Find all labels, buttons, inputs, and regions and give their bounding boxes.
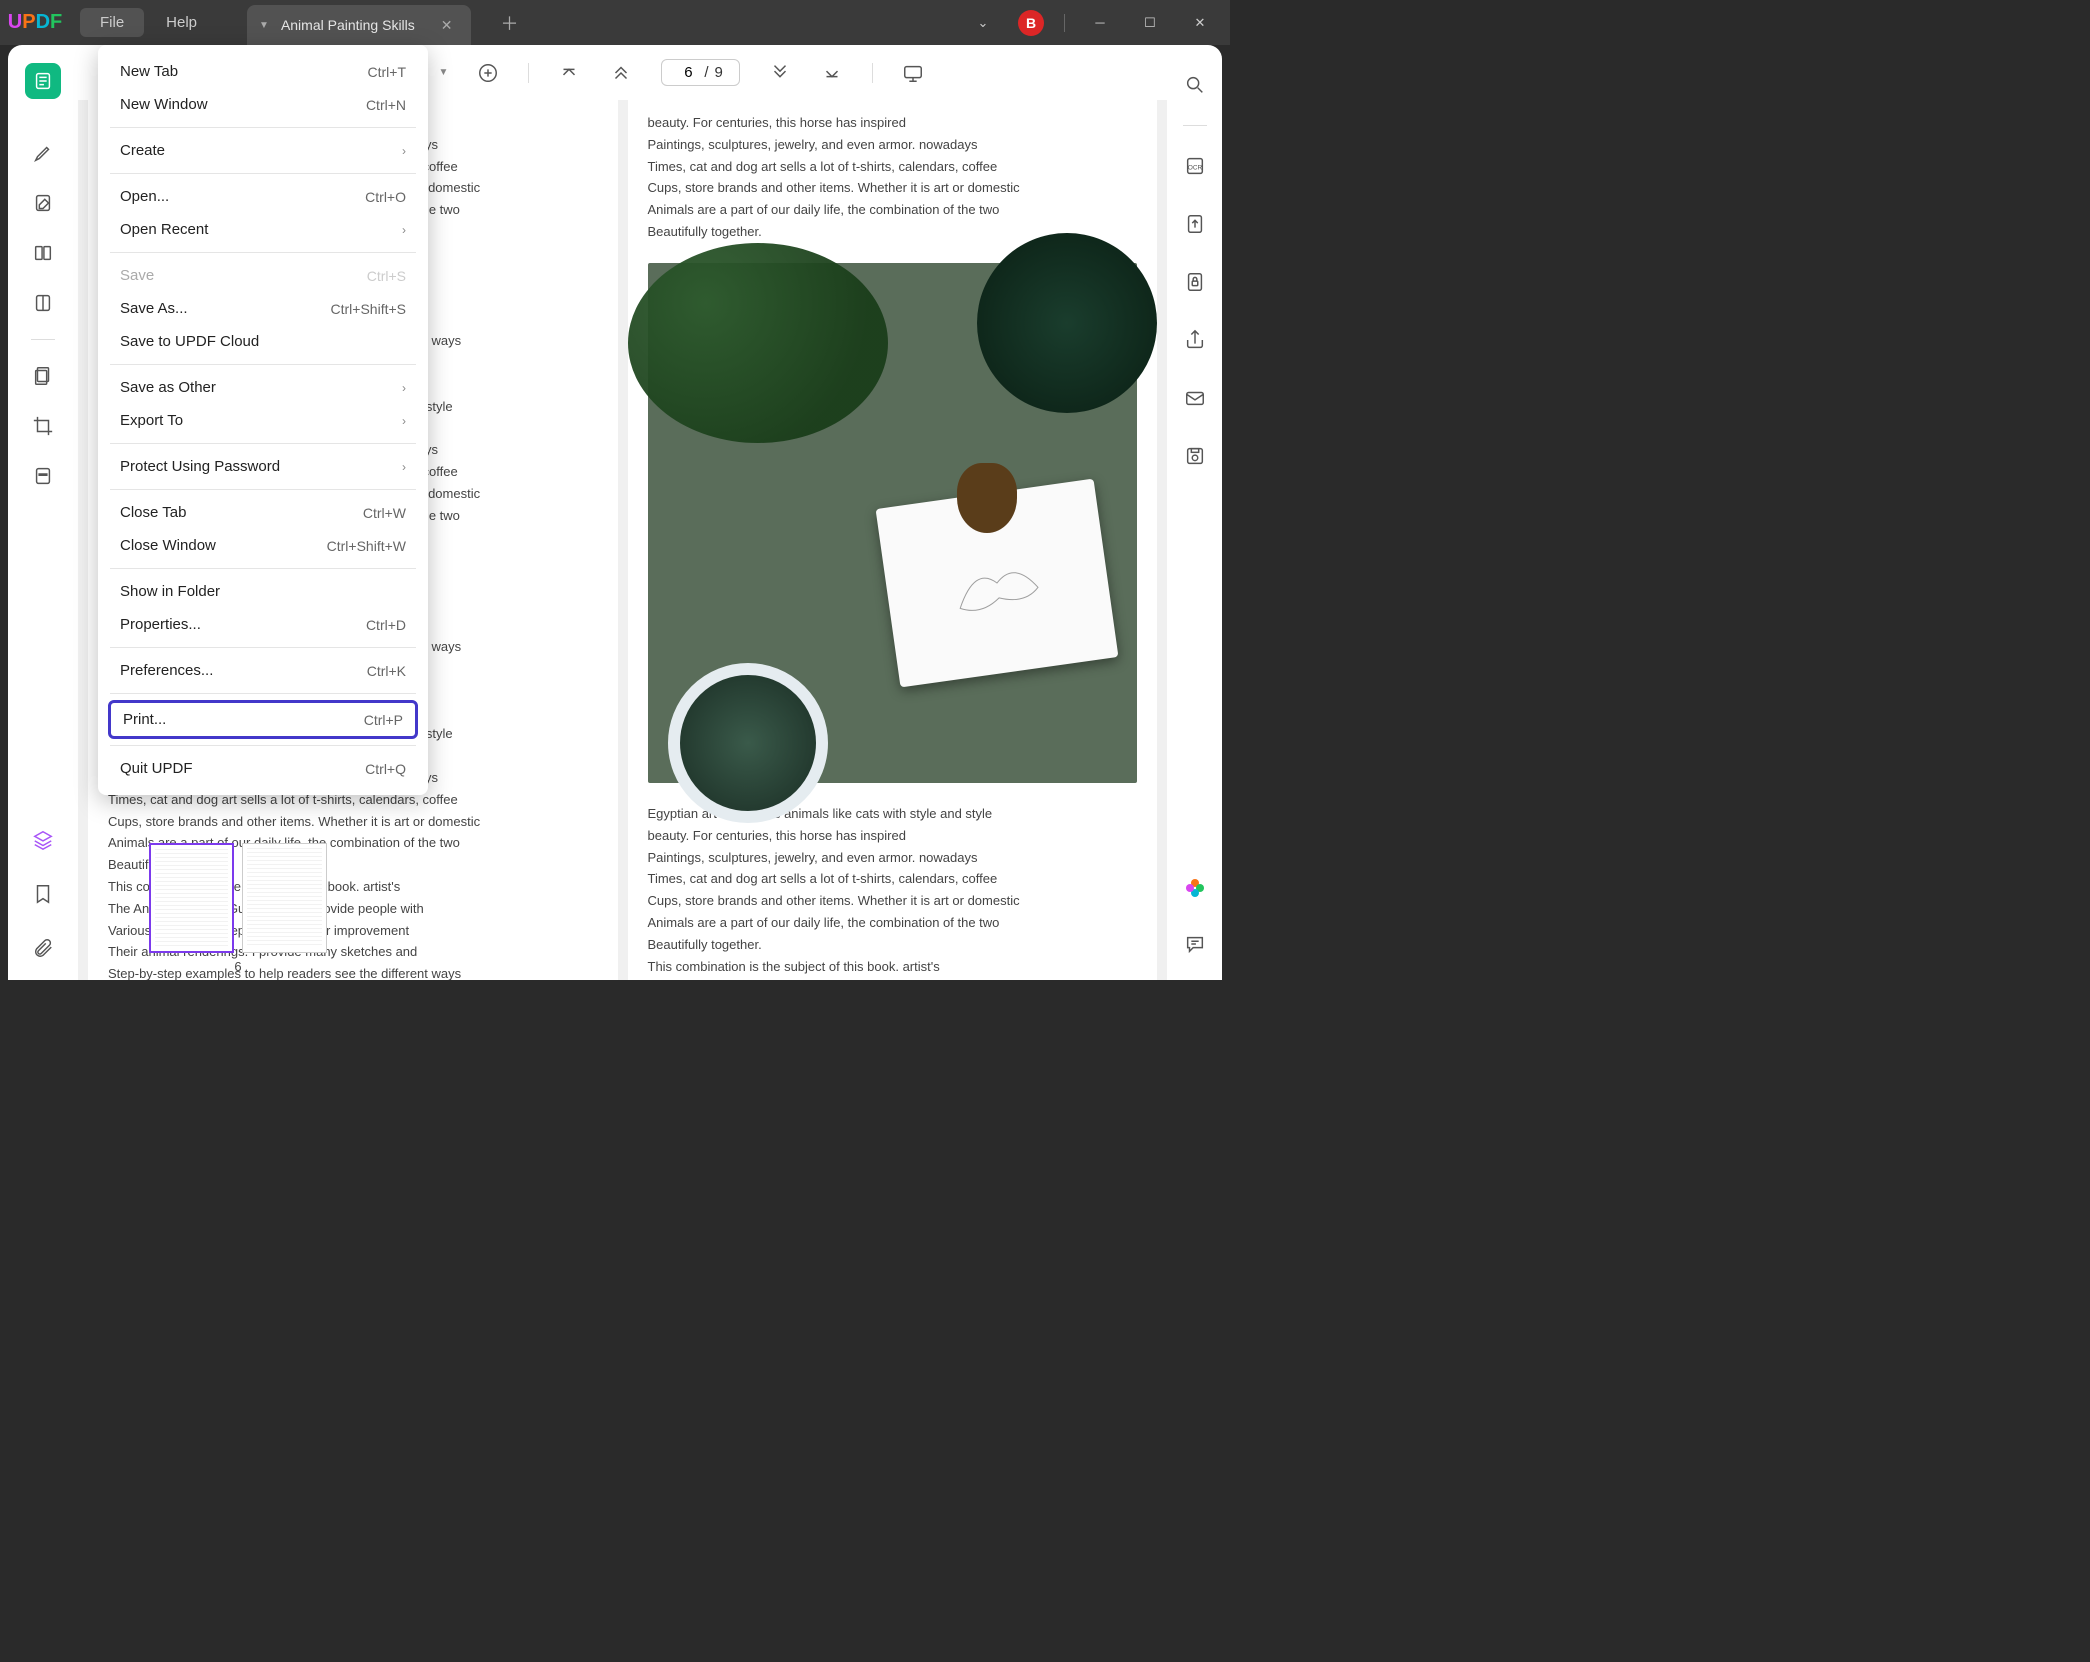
- window-minimize-icon[interactable]: ─: [1085, 8, 1115, 38]
- menu-close-tab[interactable]: Close TabCtrl+W: [98, 496, 428, 529]
- tab-title: Animal Painting Skills: [281, 17, 415, 33]
- tab-arrow-icon: ▼: [259, 20, 269, 31]
- zoom-in-icon[interactable]: [476, 61, 500, 85]
- comment-icon[interactable]: [1177, 926, 1213, 962]
- fill-tool-icon[interactable]: [25, 285, 61, 321]
- save-icon[interactable]: [1177, 438, 1213, 474]
- menu-preferences[interactable]: Preferences...Ctrl+K: [98, 654, 428, 687]
- prev-page-icon[interactable]: [609, 61, 633, 85]
- current-page-input[interactable]: [678, 64, 698, 81]
- crop-tool-icon[interactable]: [25, 408, 61, 444]
- ocr-icon[interactable]: OCR: [1177, 148, 1213, 184]
- menu-export[interactable]: Export To›: [98, 404, 428, 437]
- bookmark-icon[interactable]: [25, 876, 61, 912]
- new-tab-button[interactable]: ＋: [491, 6, 529, 40]
- document-image: [648, 263, 1138, 783]
- tabs-dropdown-icon[interactable]: ⌄: [968, 8, 998, 38]
- tab-close-icon[interactable]: ✕: [435, 15, 459, 36]
- attachment-icon[interactable]: [25, 930, 61, 966]
- document-tab[interactable]: ▼ Animal Painting Skills ✕: [247, 5, 470, 45]
- menu-file[interactable]: File: [80, 8, 144, 37]
- chevron-right-icon: ›: [402, 223, 406, 237]
- thumbnail-page-number: 6: [78, 959, 398, 974]
- share-icon[interactable]: [1177, 322, 1213, 358]
- menu-save: SaveCtrl+S: [98, 259, 428, 292]
- layers-icon[interactable]: [25, 822, 61, 858]
- svg-text:OCR: OCR: [1187, 165, 1202, 172]
- edit-tool-icon[interactable]: [25, 185, 61, 221]
- thumbnail-pair[interactable]: [78, 843, 398, 953]
- menu-show-folder[interactable]: Show in Folder: [98, 575, 428, 608]
- menu-quit[interactable]: Quit UPDFCtrl+Q: [98, 752, 428, 785]
- last-page-icon[interactable]: [820, 61, 844, 85]
- ai-assistant-icon[interactable]: [1177, 870, 1213, 906]
- protect-icon[interactable]: [1177, 264, 1213, 300]
- chevron-right-icon: ›: [402, 381, 406, 395]
- chevron-right-icon: ›: [402, 460, 406, 474]
- chevron-right-icon: ›: [402, 414, 406, 428]
- app-logo: UPDF: [0, 11, 70, 34]
- menu-save-other[interactable]: Save as Other›: [98, 371, 428, 404]
- menu-print[interactable]: Print...Ctrl+P: [108, 700, 418, 739]
- menu-open-recent[interactable]: Open Recent›: [98, 213, 428, 246]
- first-page-icon[interactable]: [557, 61, 581, 85]
- page-right: beauty. For centuries, this horse has in…: [628, 100, 1158, 980]
- menu-new-tab[interactable]: New TabCtrl+T: [98, 55, 428, 88]
- email-icon[interactable]: [1177, 380, 1213, 416]
- total-pages: 9: [715, 64, 723, 81]
- menu-create[interactable]: Create›: [98, 134, 428, 167]
- search-icon[interactable]: [1177, 67, 1213, 103]
- organize-tool-icon[interactable]: [25, 235, 61, 271]
- convert-icon[interactable]: [1177, 206, 1213, 242]
- menu-close-window[interactable]: Close WindowCtrl+Shift+W: [98, 529, 428, 562]
- menu-protect[interactable]: Protect Using Password›: [98, 450, 428, 483]
- menu-help[interactable]: Help: [146, 8, 217, 37]
- window-maximize-icon[interactable]: ☐: [1135, 8, 1165, 38]
- menu-save-cloud[interactable]: Save to UPDF Cloud: [98, 325, 428, 358]
- reader-tool-icon[interactable]: [25, 63, 61, 99]
- page-indicator[interactable]: / 9: [661, 59, 740, 86]
- window-close-icon[interactable]: ✕: [1185, 8, 1215, 38]
- highlight-tool-icon[interactable]: [25, 135, 61, 171]
- menu-save-as[interactable]: Save As...Ctrl+Shift+S: [98, 292, 428, 325]
- menu-open[interactable]: Open...Ctrl+O: [98, 180, 428, 213]
- redact-tool-icon[interactable]: [25, 458, 61, 494]
- user-avatar[interactable]: B: [1018, 10, 1044, 36]
- file-menu-dropdown: New TabCtrl+T New WindowCtrl+N Create› O…: [98, 45, 428, 795]
- menu-new-window[interactable]: New WindowCtrl+N: [98, 88, 428, 121]
- ocr-pages-icon[interactable]: [25, 358, 61, 394]
- chevron-right-icon: ›: [402, 144, 406, 158]
- presentation-icon[interactable]: [901, 61, 925, 85]
- menu-properties[interactable]: Properties...Ctrl+D: [98, 608, 428, 641]
- next-page-icon[interactable]: [768, 61, 792, 85]
- zoom-dropdown-icon[interactable]: ▼: [438, 67, 448, 78]
